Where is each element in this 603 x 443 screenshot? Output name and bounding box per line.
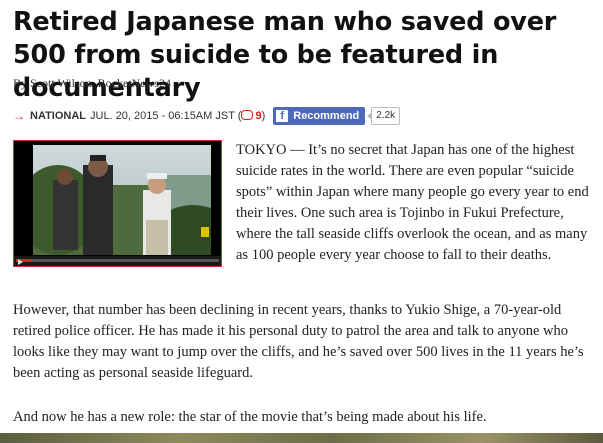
close-paren: ) <box>261 110 266 122</box>
comments-link[interactable]: 9 <box>241 110 262 122</box>
intro-paragraph: TOKYO — It’s no secret that Japan has on… <box>236 142 589 263</box>
arrow-right-icon: → <box>13 109 25 123</box>
video-thumbnail <box>33 145 211 255</box>
body-paragraph: And now he has a new role: the star of t… <box>13 409 487 425</box>
article-byline: By Scott Wilson, RocketNews24 <box>13 76 171 90</box>
video-controls[interactable] <box>14 256 221 266</box>
article-meta: → NATIONAL JUL. 20, 2015 - 06:15AM JST (… <box>13 106 401 126</box>
body-paragraph: However, that number has been declining … <box>13 302 584 381</box>
video-player[interactable] <box>13 140 222 267</box>
publish-date: JUL. 20, 2015 - 06:15AM JST ( <box>90 110 242 122</box>
play-icon[interactable] <box>18 259 23 265</box>
facebook-recommend-button[interactable]: f Recommend <box>273 107 366 125</box>
section-link[interactable]: NATIONAL <box>30 110 86 122</box>
recommend-label: Recommend <box>293 110 360 122</box>
comment-bubble-icon <box>241 110 254 120</box>
next-image-preview <box>0 433 603 443</box>
facebook-icon: f <box>276 110 289 122</box>
video-progress-bar[interactable] <box>16 259 219 262</box>
recommend-count: 2.2k <box>367 107 401 125</box>
